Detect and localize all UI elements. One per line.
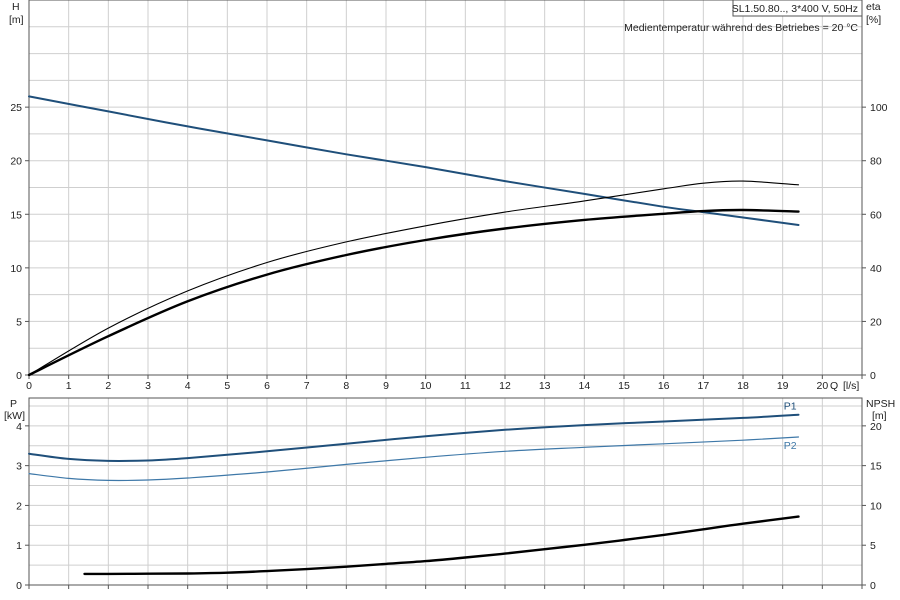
eta-axis-unit: [%] — [866, 14, 881, 26]
p-axis-label: P — [10, 398, 17, 410]
top-x-tick-label: 11 — [460, 380, 471, 392]
top-x-tick-label: 13 — [539, 380, 551, 392]
top-x-tick-label: 15 — [618, 380, 630, 392]
model-label: SL1.50.80.., 3*400 V, 50Hz — [732, 3, 858, 15]
top-right-tick-label: 60 — [870, 209, 882, 221]
top-x-tick-label: 19 — [777, 380, 789, 392]
bottom-right-tick-label: 20 — [870, 421, 882, 433]
top-left-tick-label: 15 — [10, 209, 22, 221]
top-left-tick-label: 20 — [10, 156, 22, 168]
top-right-tick-label: 100 — [870, 102, 888, 114]
top-x-tick-label: 17 — [697, 380, 709, 392]
top-right-tick-label: 40 — [870, 263, 882, 275]
top-left-tick-label: 25 — [10, 102, 22, 114]
top-right-tick-label: 80 — [870, 156, 882, 168]
top-x-tick-label: 0 — [26, 380, 32, 392]
top-left-tick-label: 10 — [10, 263, 22, 275]
top-x-tick-label: 3 — [145, 380, 151, 392]
top-x-tick-label: 2 — [105, 380, 111, 392]
top-x-tick-label: 18 — [737, 380, 749, 392]
top-x-tick-label: 5 — [224, 380, 230, 392]
top-x-tick-label: 20 — [816, 380, 828, 392]
bottom-left-tick-label: 0 — [16, 580, 22, 592]
top-x-tick-label: 10 — [420, 380, 432, 392]
bottom-right-tick-label: 10 — [870, 500, 882, 512]
q-axis-label: Q — [830, 380, 838, 392]
h-axis-unit: [m] — [9, 14, 24, 26]
top-right-tick-label: 20 — [870, 316, 882, 328]
bottom-right-tick-label: 0 — [870, 580, 876, 592]
series-label-p1: P1 — [784, 401, 797, 413]
bottom-left-tick-label: 4 — [16, 421, 22, 433]
series-label-p2: P2 — [784, 440, 797, 452]
eta-axis-label: eta — [866, 1, 881, 13]
top-x-tick-label: 7 — [304, 380, 310, 392]
top-x-tick-label: 14 — [578, 380, 590, 392]
top-x-tick-label: 4 — [185, 380, 191, 392]
h-axis-label: H — [12, 1, 20, 13]
top-right-tick-label: 0 — [870, 370, 876, 382]
top-x-tick-label: 8 — [343, 380, 349, 392]
top-left-tick-label: 0 — [16, 370, 22, 382]
bottom-right-tick-label: 5 — [870, 540, 876, 552]
top-x-tick-label: 12 — [499, 380, 511, 392]
top-x-tick-label: 6 — [264, 380, 270, 392]
top-x-tick-label: 16 — [658, 380, 670, 392]
chart-background — [0, 0, 900, 600]
temperature-note: Medientemperatur während des Betriebes =… — [624, 22, 858, 34]
top-x-tick-label: 1 — [66, 380, 72, 392]
npsh-axis-label: NPSH — [866, 398, 895, 410]
pump-curve-chart: SL1.50.80.., 3*400 V, 50Hz Medientempera… — [0, 0, 900, 600]
bottom-left-tick-label: 1 — [16, 540, 22, 552]
bottom-left-tick-label: 3 — [16, 461, 22, 473]
bottom-right-tick-label: 15 — [870, 461, 882, 473]
top-left-tick-label: 5 — [16, 316, 22, 328]
top-x-tick-label: 9 — [383, 380, 389, 392]
bottom-left-tick-label: 2 — [16, 500, 22, 512]
q-axis-unit: [l/s] — [843, 380, 859, 392]
